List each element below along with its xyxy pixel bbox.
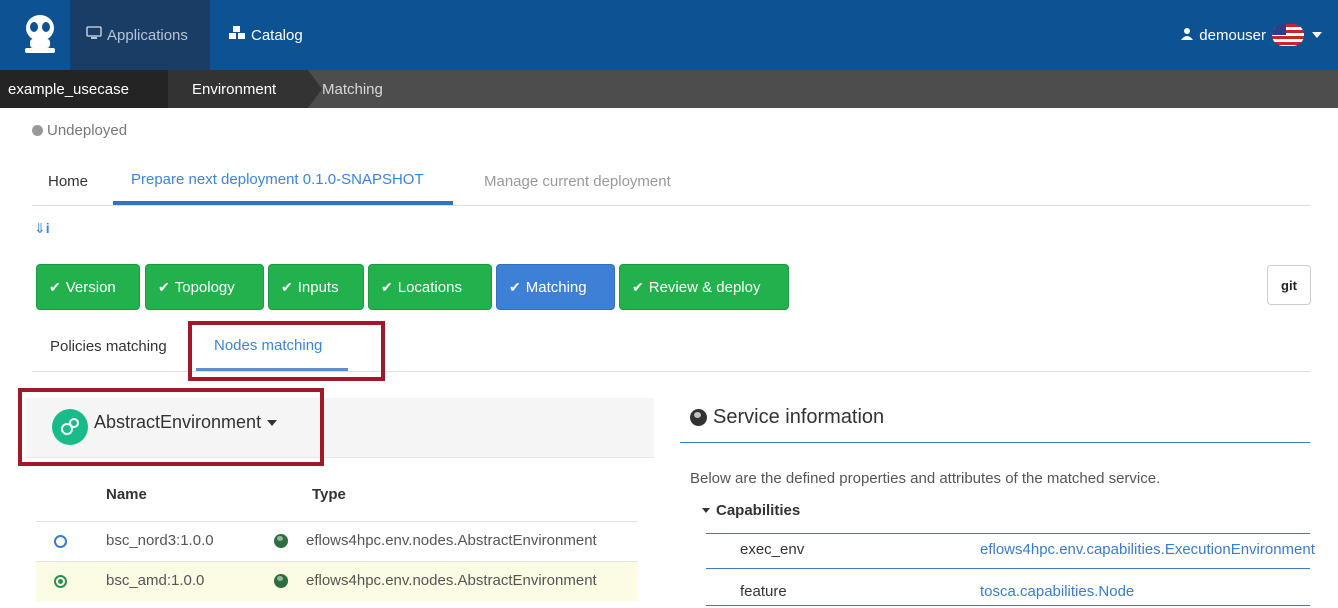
- table-row[interactable]: bsc_amd:1.0.0 eflows4hpc.env.nodes.Abstr…: [36, 561, 638, 601]
- chevron-down-icon: [1312, 32, 1322, 38]
- step-topology-button[interactable]: ✔ Topology: [145, 264, 264, 310]
- radio-button[interactable]: [54, 535, 67, 548]
- step-label: Matching: [525, 278, 587, 296]
- user-name: demouser: [1199, 26, 1266, 44]
- nav-catalog-label: Catalog: [251, 26, 303, 44]
- main-tabs: Home Prepare next deployment 0.1.0-SNAPS…: [32, 158, 1310, 206]
- tab-home[interactable]: Home: [48, 158, 88, 205]
- step-review-deploy-button[interactable]: ✔ Review & deploy: [619, 264, 789, 310]
- globe-icon: [274, 534, 288, 548]
- breadcrumb: example_usecase Environment Matching: [0, 70, 1338, 108]
- nav-catalog[interactable]: Catalog: [212, 0, 303, 70]
- cubes-icon: [228, 26, 246, 44]
- caret-down-icon: [702, 508, 710, 513]
- check-icon: ✔: [632, 278, 644, 295]
- step-label: Inputs: [297, 278, 339, 296]
- capabilities-label: Capabilities: [716, 502, 801, 519]
- divider: [706, 533, 1310, 534]
- capability-value-link[interactable]: tosca.capabilities.Node: [980, 583, 1338, 600]
- tab-policies-matching[interactable]: Policies matching: [50, 322, 167, 371]
- nav-applications[interactable]: Applications: [70, 0, 210, 70]
- capability-value-link[interactable]: eflows4hpc.env.capabilities.ExecutionEnv…: [980, 541, 1338, 558]
- globe-icon: [274, 574, 288, 588]
- service-name: bsc_nord3:1.0.0: [106, 532, 214, 549]
- table-row[interactable]: bsc_nord3:1.0.0 eflows4hpc.env.nodes.Abs…: [36, 521, 638, 561]
- service-name: bsc_amd:1.0.0: [106, 572, 205, 589]
- status-dot-icon: [32, 125, 43, 136]
- tab-manage-deployment[interactable]: Manage current deployment: [484, 158, 671, 205]
- check-icon: ✔: [158, 278, 170, 295]
- step-inputs-button[interactable]: ✔ Inputs: [268, 264, 364, 310]
- column-header-name: Name: [106, 486, 147, 503]
- step-label: Version: [65, 278, 116, 296]
- user-menu[interactable]: demouser: [1181, 0, 1322, 70]
- breadcrumb-item-environment[interactable]: Environment: [168, 70, 308, 108]
- service-description: Below are the defined properties and att…: [690, 470, 1161, 487]
- capability-key: feature: [740, 583, 787, 600]
- service-info-title-label: Service information: [713, 406, 885, 428]
- divider: [706, 568, 1310, 569]
- check-icon: ✔: [49, 278, 61, 295]
- check-icon: ✔: [509, 278, 521, 295]
- breadcrumb-item-matching: Matching: [322, 80, 383, 98]
- service-info-title: Service information: [690, 406, 884, 429]
- globe-icon: [690, 409, 707, 426]
- user-icon: [1181, 27, 1194, 44]
- deployment-status: Undeployed: [32, 122, 127, 139]
- nav-applications-label: Applications: [107, 26, 188, 44]
- column-header-type: Type: [312, 486, 346, 503]
- git-button[interactable]: git: [1267, 265, 1311, 305]
- capability-key: exec_env: [740, 541, 805, 558]
- highlight-box: [18, 388, 324, 466]
- step-version-button[interactable]: ✔ Version: [36, 264, 140, 310]
- service-type: eflows4hpc.env.nodes.AbstractEnvironment: [306, 532, 597, 549]
- status-label: Undeployed: [47, 122, 128, 139]
- breadcrumb-item-usecase[interactable]: example_usecase: [0, 70, 168, 108]
- top-navbar: Applications Catalog demouser: [0, 0, 1338, 70]
- service-type: eflows4hpc.env.nodes.AbstractEnvironment: [306, 572, 597, 589]
- capabilities-toggle[interactable]: Capabilities: [702, 502, 800, 519]
- step-label: Review & deploy: [648, 278, 761, 296]
- check-icon: ✔: [281, 278, 293, 295]
- step-label: Locations: [397, 278, 462, 296]
- info-toggle-icon[interactable]: ⇓i: [34, 220, 50, 237]
- radio-button-checked[interactable]: [54, 575, 67, 588]
- step-locations-button[interactable]: ✔ Locations: [368, 264, 492, 310]
- alien4cloud-logo-icon[interactable]: [14, 6, 66, 64]
- highlight-box: [188, 321, 385, 381]
- step-matching-button[interactable]: ✔ Matching: [496, 264, 615, 310]
- check-icon: ✔: [381, 278, 393, 295]
- divider: [680, 442, 1310, 443]
- us-flag-icon: [1272, 24, 1304, 46]
- tab-prepare-deployment[interactable]: Prepare next deployment 0.1.0-SNAPSHOT: [113, 158, 453, 205]
- step-label: Topology: [174, 278, 235, 296]
- divider: [706, 605, 1310, 606]
- desktop-icon: [86, 26, 102, 44]
